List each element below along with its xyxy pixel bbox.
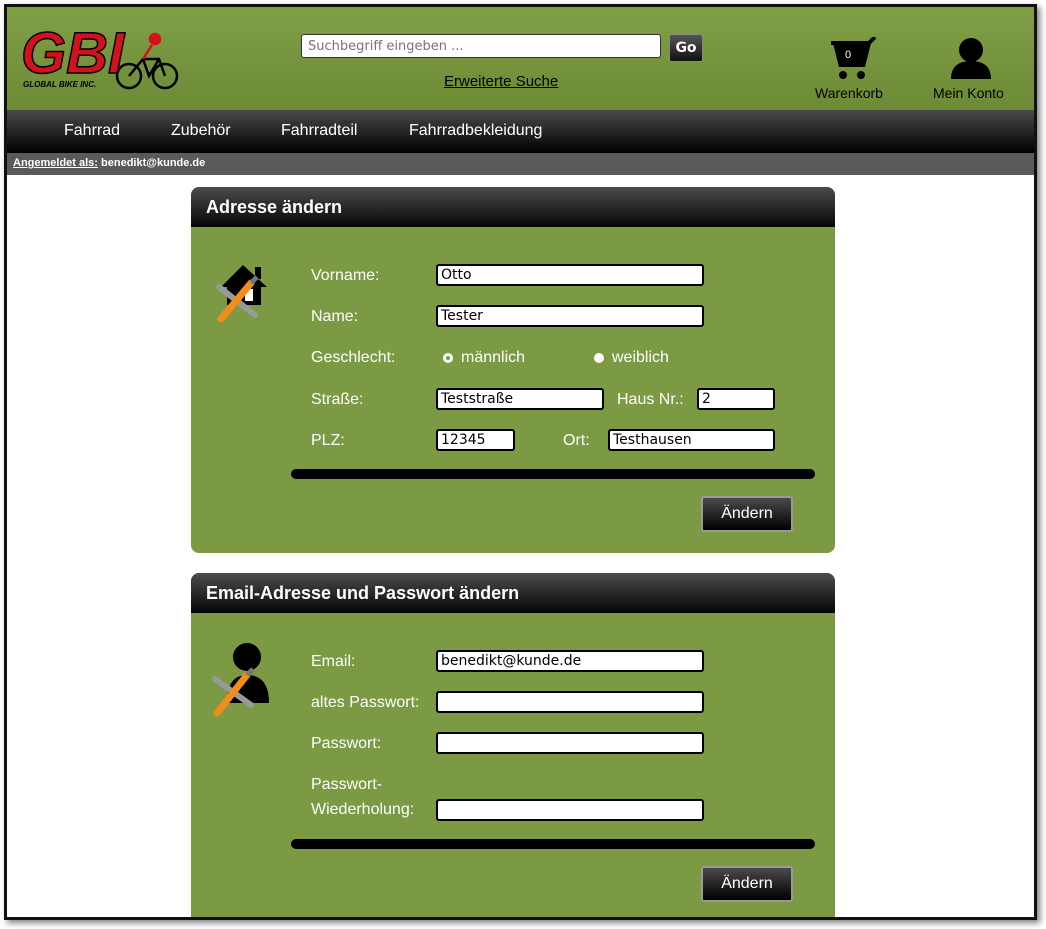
house-number-label: Haus Nr.: <box>617 391 684 408</box>
login-user: benedikt@kunde.de <box>101 157 206 169</box>
account-panel-title: Email-Adresse und Passwort ändern <box>191 573 835 613</box>
logo-text: GBI <box>21 21 126 86</box>
search-go-button[interactable]: Go <box>669 34 703 62</box>
user-tools-icon <box>212 643 269 717</box>
gender-male-radio[interactable] <box>443 353 453 363</box>
city-label: Ort: <box>563 432 590 449</box>
nav-item-zubehoer[interactable]: Zubehör <box>171 122 231 140</box>
address-panel-title: Adresse ändern <box>191 187 835 227</box>
city-field[interactable]: Testhausen <box>608 429 775 451</box>
name-field[interactable]: Tester <box>436 305 704 327</box>
old-password-label: altes Passwort: <box>311 694 420 711</box>
site-header: GBI GLOBAL BIKE INC. Go Erweiterte Suche <box>7 7 1034 110</box>
nav-item-fahrradteil[interactable]: Fahrradteil <box>281 122 357 140</box>
password-field[interactable] <box>436 732 704 754</box>
nav-item-fahrradbekleidung[interactable]: Fahrradbekleidung <box>409 122 542 140</box>
gbi-logo[interactable]: GBI GLOBAL BIKE INC. <box>19 20 179 91</box>
vorname-label: Vorname: <box>311 267 380 284</box>
plz-label: PLZ: <box>311 432 345 449</box>
street-label: Straße: <box>311 391 364 408</box>
gender-female-label[interactable]: weiblich <box>612 349 669 367</box>
search-input[interactable] <box>301 34 661 58</box>
cart-label: Warenkorb <box>815 85 883 101</box>
user-icon <box>951 38 991 79</box>
email-field[interactable]: benedikt@kunde.de <box>436 650 704 672</box>
email-label: Email: <box>311 653 356 670</box>
main-nav: Fahrrad Zubehör Fahrradteil Fahrradbekle… <box>7 110 1034 153</box>
logo-tagline: GLOBAL BIKE INC. <box>23 80 96 89</box>
nav-item-fahrrad[interactable]: Fahrrad <box>64 122 120 140</box>
cart-button[interactable]: 0 Warenkorb <box>807 37 887 107</box>
bike-icon <box>115 32 179 90</box>
vorname-field[interactable]: Otto <box>436 264 704 286</box>
account-label: Mein Konto <box>933 85 1004 101</box>
address-divider <box>291 469 815 479</box>
address-submit-button[interactable]: Ändern <box>701 496 793 532</box>
password-repeat-field[interactable] <box>436 799 704 821</box>
house-number-field[interactable]: 2 <box>697 388 775 410</box>
account-divider <box>291 839 815 849</box>
login-status-bar: Angemeldet als: benedikt@kunde.de <box>7 153 1034 175</box>
address-panel: Adresse ändern Vorname: Otto Name: Teste… <box>191 187 835 553</box>
gender-label: Geschlecht: <box>311 349 396 366</box>
plz-field[interactable]: 12345 <box>436 429 515 451</box>
advanced-search-link[interactable]: Erweiterte Suche <box>444 73 558 90</box>
name-label: Name: <box>311 308 359 325</box>
street-field[interactable]: Teststraße <box>436 388 604 410</box>
cart-count: 0 <box>845 49 852 61</box>
login-label[interactable]: Angemeldet als: <box>13 157 98 169</box>
gender-male-label[interactable]: männlich <box>461 349 525 367</box>
account-panel: Email-Adresse und Passwort ändern Email:… <box>191 573 835 917</box>
password-label: Passwort: <box>311 735 382 752</box>
password-repeat-label-line2: Wiederholung: <box>311 801 415 818</box>
account-submit-button[interactable]: Ändern <box>701 866 793 902</box>
old-password-field[interactable] <box>436 691 704 713</box>
gender-female-radio[interactable] <box>594 353 604 363</box>
house-tools-icon <box>216 265 267 323</box>
cart-icon <box>831 37 877 79</box>
password-repeat-label-line1: Passwort- <box>311 776 383 793</box>
browser-frame: GBI GLOBAL BIKE INC. Go Erweiterte Suche <box>4 4 1037 920</box>
